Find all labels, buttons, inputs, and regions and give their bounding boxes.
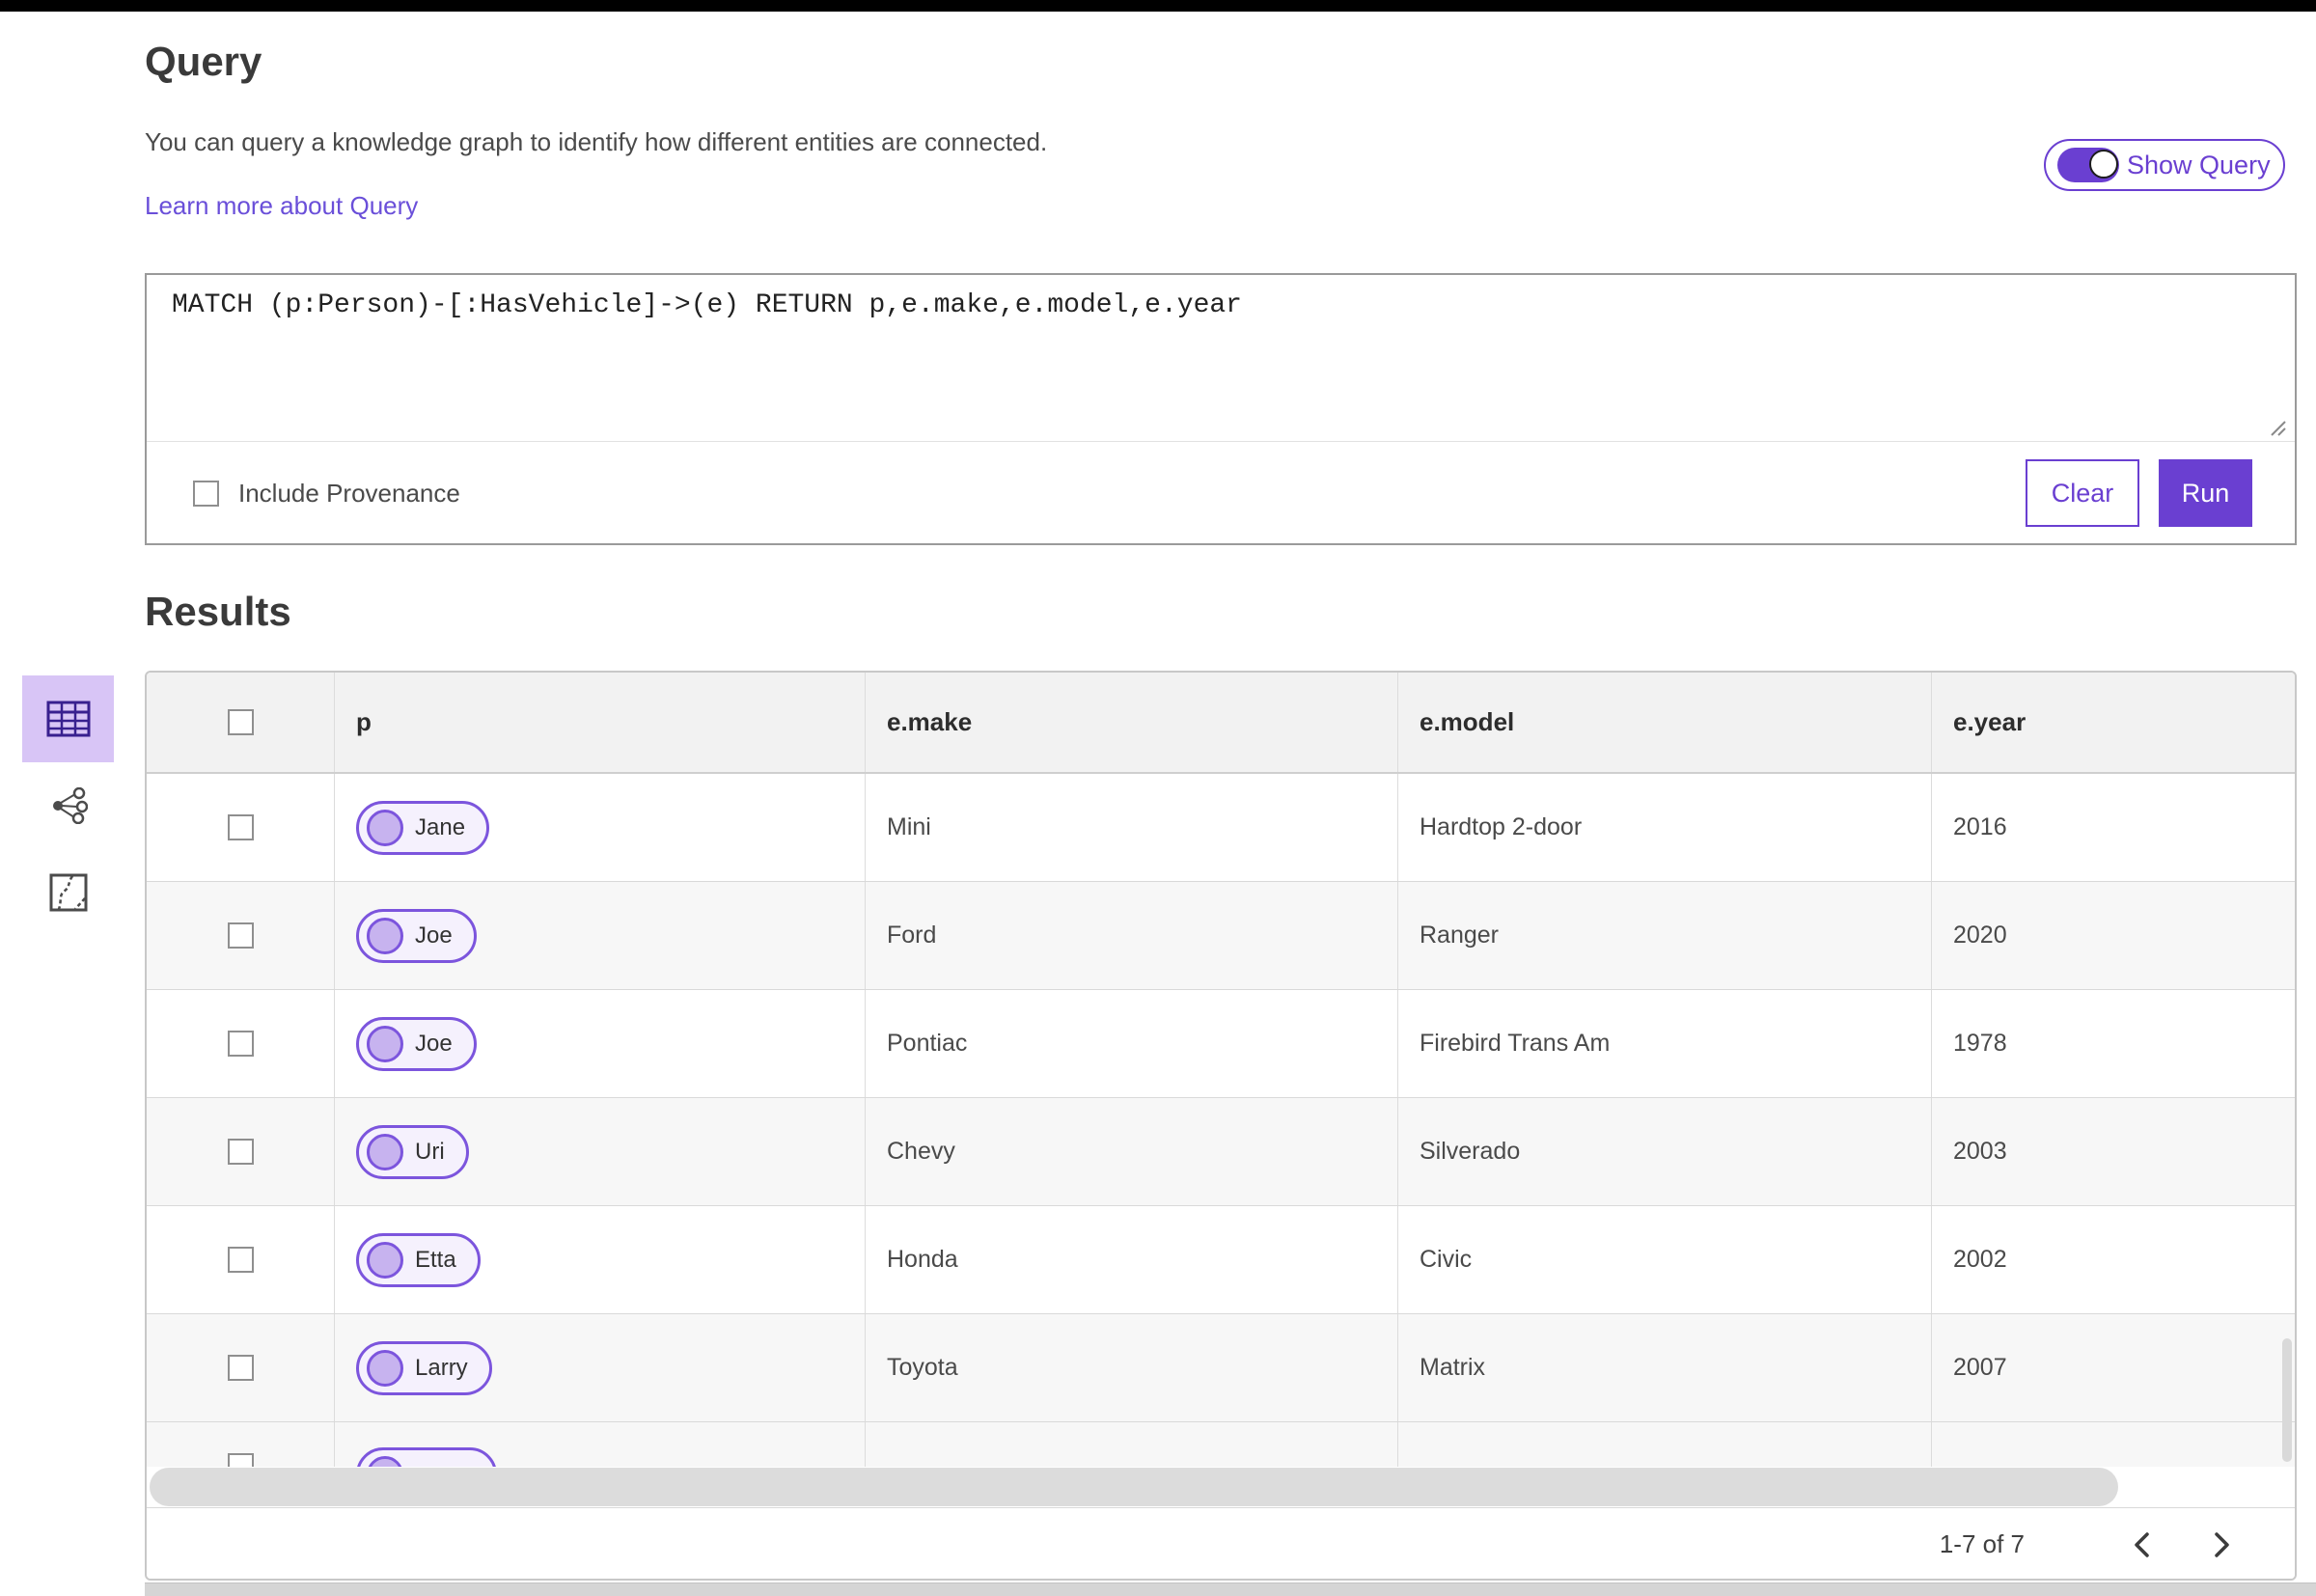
entity-node-icon xyxy=(367,1349,403,1387)
row-checkbox[interactable] xyxy=(227,1247,254,1273)
horizontal-scrollbar-track[interactable] xyxy=(147,1467,2295,1507)
query-controls-row: Include Provenance Clear Run xyxy=(147,443,2295,543)
entity-node-icon xyxy=(367,809,403,846)
cell-e-model: Matrix xyxy=(1398,1314,1932,1421)
learn-more-link[interactable]: Learn more about Query xyxy=(145,191,418,221)
entity-name: Uri xyxy=(415,1138,445,1165)
table-row: Joe Pontiac Firebird Trans Am 1978 xyxy=(147,990,2295,1098)
cell-e-make: Honda xyxy=(866,1206,1398,1313)
row-checkbox[interactable] xyxy=(227,1031,254,1057)
cell-e-model: Silverado xyxy=(1398,1098,1932,1205)
table-header-row: p e.make e.model e.year xyxy=(147,673,2295,774)
table-row: Jane Mini Hardtop 2-door 2016 xyxy=(147,774,2295,882)
cell-e-year: 2003 xyxy=(1953,1138,2007,1165)
entity-name: Jane xyxy=(415,813,466,840)
table-row: Uri Chevy Silverado 2003 xyxy=(147,1098,2295,1206)
entity-name: Joe xyxy=(415,1030,453,1057)
cell-e-make: Chevy xyxy=(866,1098,1398,1205)
previous-page-button[interactable] xyxy=(2119,1523,2164,1567)
entity-node-icon xyxy=(367,1025,403,1062)
table-row: Etta Honda Civic 2002 xyxy=(147,1206,2295,1314)
window-top-bar xyxy=(0,0,2316,12)
entity-pill[interactable]: Joe xyxy=(356,1016,477,1071)
cell-e-model: Firebird Trans Am xyxy=(1398,990,1932,1097)
pagination-range-label: 1-7 of 7 xyxy=(1939,1529,2025,1558)
entity-node-icon xyxy=(367,1456,403,1467)
cell-e-make: Ford xyxy=(866,882,1398,989)
row-checkbox[interactable] xyxy=(227,1453,254,1467)
cell-e-make: Pontiac xyxy=(866,990,1398,1097)
row-checkbox[interactable] xyxy=(227,922,254,949)
entity-name: Larry xyxy=(415,1354,468,1381)
chevron-left-icon xyxy=(2135,1531,2149,1557)
show-query-toggle[interactable]: Show Query xyxy=(2044,139,2285,191)
cell-e-make: Mini xyxy=(866,774,1398,881)
entity-pill[interactable]: Larry xyxy=(356,1340,492,1395)
table-row-partial xyxy=(147,1422,2295,1467)
entity-pill[interactable]: Etta xyxy=(356,1232,481,1287)
cell-e-model: Hardtop 2-door xyxy=(1398,774,1932,881)
query-description: You can query a knowledge graph to ident… xyxy=(145,127,1048,156)
entity-node-icon xyxy=(367,917,403,954)
include-provenance-label: Include Provenance xyxy=(238,478,460,508)
chevron-right-icon xyxy=(2215,1531,2229,1557)
entity-pill[interactable]: Uri xyxy=(356,1124,469,1179)
map-icon xyxy=(49,873,87,912)
query-section-title: Query xyxy=(145,39,262,84)
row-checkbox[interactable] xyxy=(227,814,254,840)
table-icon xyxy=(46,701,90,737)
vertical-scrollbar-thumb[interactable] xyxy=(2282,1338,2292,1462)
column-header-e-year[interactable]: e.year xyxy=(1932,673,2295,772)
toggle-knob xyxy=(2089,150,2118,179)
resize-handle-icon[interactable] xyxy=(2268,418,2287,437)
include-provenance-checkbox[interactable] xyxy=(193,480,219,507)
results-section-title: Results xyxy=(145,589,291,634)
cell-e-year: 2007 xyxy=(1953,1354,2007,1381)
link-chart-icon xyxy=(52,787,88,824)
tab-link-chart-view[interactable] xyxy=(22,762,114,849)
cell-e-year: 2002 xyxy=(1953,1246,2007,1273)
pagination-bar: 1-7 of 7 xyxy=(147,1507,2295,1579)
entity-pill[interactable]: Joe xyxy=(356,908,477,963)
cell-e-year: 2016 xyxy=(1953,813,2007,840)
entity-node-icon xyxy=(367,1241,403,1279)
cell-e-make: Toyota xyxy=(866,1314,1398,1421)
next-page-button[interactable] xyxy=(2200,1523,2245,1567)
row-checkbox[interactable] xyxy=(227,1139,254,1165)
horizontal-scrollbar-thumb[interactable] xyxy=(150,1468,2118,1506)
cell-e-year: 1978 xyxy=(1953,1030,2007,1057)
run-button[interactable]: Run xyxy=(2159,459,2252,527)
query-editor-input[interactable]: MATCH (p:Person)-[:HasVehicle]->(e) RETU… xyxy=(147,275,2295,442)
results-table-panel: p e.make e.model e.year Jane Mini Hardto… xyxy=(145,671,2297,1581)
table-row: Larry Toyota Matrix 2007 xyxy=(147,1314,2295,1422)
cell-e-model: Civic xyxy=(1398,1206,1932,1313)
show-query-label: Show Query xyxy=(2127,150,2271,179)
clear-button[interactable]: Clear xyxy=(2026,459,2139,527)
tab-table-view[interactable] xyxy=(22,675,114,762)
query-panel: MATCH (p:Person)-[:HasVehicle]->(e) RETU… xyxy=(145,273,2297,545)
entity-pill[interactable]: Jane xyxy=(356,800,490,855)
table-row: Joe Ford Ranger 2020 xyxy=(147,882,2295,990)
toggle-switch-icon[interactable] xyxy=(2057,148,2119,182)
entity-pill[interactable] xyxy=(356,1447,497,1467)
entity-name: Joe xyxy=(415,922,453,949)
column-header-p[interactable]: p xyxy=(335,673,866,772)
entity-name: Etta xyxy=(415,1246,456,1273)
lower-window-edge xyxy=(145,1582,2316,1596)
cell-e-model: Ranger xyxy=(1398,882,1932,989)
column-header-e-model[interactable]: e.model xyxy=(1398,673,1932,772)
entity-node-icon xyxy=(367,1133,403,1170)
results-view-switcher xyxy=(22,675,114,936)
row-checkbox[interactable] xyxy=(227,1355,254,1381)
select-all-checkbox[interactable] xyxy=(227,709,254,735)
column-header-e-make[interactable]: e.make xyxy=(866,673,1398,772)
tab-map-view[interactable] xyxy=(22,849,114,936)
cell-e-year: 2020 xyxy=(1953,922,2007,949)
